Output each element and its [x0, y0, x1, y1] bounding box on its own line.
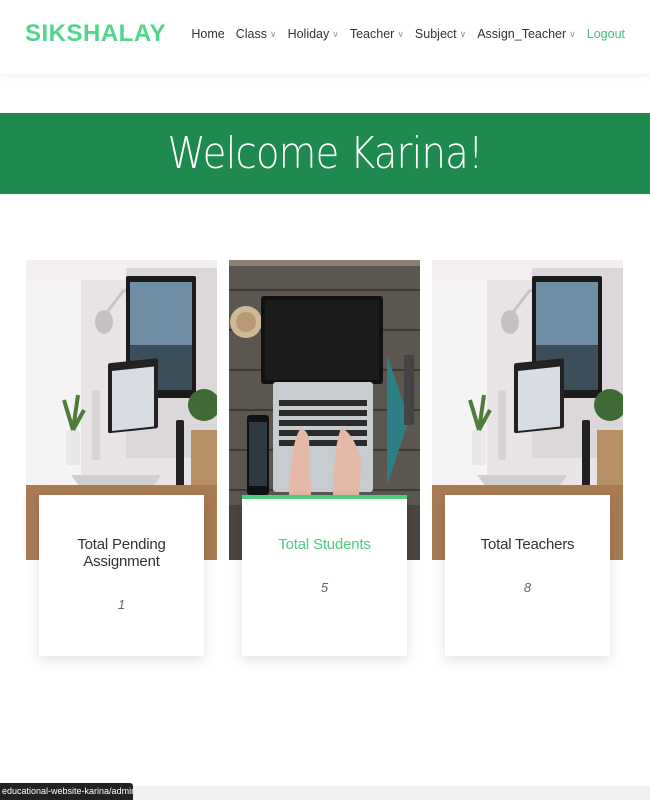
nav-menu: Home Class ∨ Holiday ∨ Teacher ∨ Subject ∨ A…: [191, 27, 625, 41]
stat-title: Total Pending Assignment: [77, 536, 166, 570]
nav-teacher[interactable]: Teacher ∨: [350, 27, 404, 41]
status-url: educational-website-karina/admin/view_st…: [0, 783, 133, 800]
nav-logout-label: Logout: [586, 27, 625, 41]
stat-title: Total Students: [278, 536, 371, 553]
nav-subject-label: Subject: [414, 27, 457, 41]
nav-class-label: Class: [235, 27, 267, 41]
welcome-banner: Welcome Karina!: [0, 113, 650, 194]
stat-value: 1: [117, 597, 126, 612]
bottom-strip: [133, 786, 650, 800]
nav-assign-teacher[interactable]: Assign_Teacher ∨: [477, 27, 576, 41]
chevron-down-icon: ∨: [269, 28, 277, 39]
chevron-down-icon: ∨: [397, 28, 404, 39]
nav-holiday-label: Holiday: [287, 27, 330, 41]
pending-assignment-stat: Total Pending Assignment 1: [39, 495, 204, 656]
nav-subject[interactable]: Subject ∨: [415, 27, 466, 41]
nav-teacher-label: Teacher: [349, 27, 395, 41]
welcome-heading: Welcome Karina!: [167, 128, 483, 179]
chevron-down-icon: ∨: [332, 28, 339, 39]
stat-value: 5: [320, 580, 329, 595]
nav-holiday[interactable]: Holiday ∨: [288, 27, 339, 41]
chevron-down-icon: ∨: [569, 28, 576, 39]
teachers-stat: Total Teachers 8: [445, 495, 610, 656]
teachers-card[interactable]: Total Teachers 8: [432, 260, 623, 656]
navbar: SIKSHALAY Home Class ∨ Holiday ∨ Teacher ∨ …: [0, 0, 650, 74]
brand-logo[interactable]: SIKSHALAY: [25, 20, 166, 48]
pending-assignment-card[interactable]: Total Pending Assignment 1: [26, 260, 217, 656]
students-stat: Total Students 5: [242, 495, 407, 656]
students-card[interactable]: Total Students 5: [229, 260, 420, 656]
stat-title: Total Teachers: [480, 536, 575, 553]
nav-class[interactable]: Class ∨: [236, 27, 277, 41]
nav-assign-teacher-label: Assign_Teacher: [477, 27, 567, 41]
nav-logout[interactable]: Logout: [587, 27, 625, 41]
nav-home-label: Home: [191, 27, 225, 41]
stat-value: 8: [523, 580, 532, 595]
chevron-down-icon: ∨: [459, 28, 467, 39]
nav-home[interactable]: Home: [191, 27, 224, 41]
